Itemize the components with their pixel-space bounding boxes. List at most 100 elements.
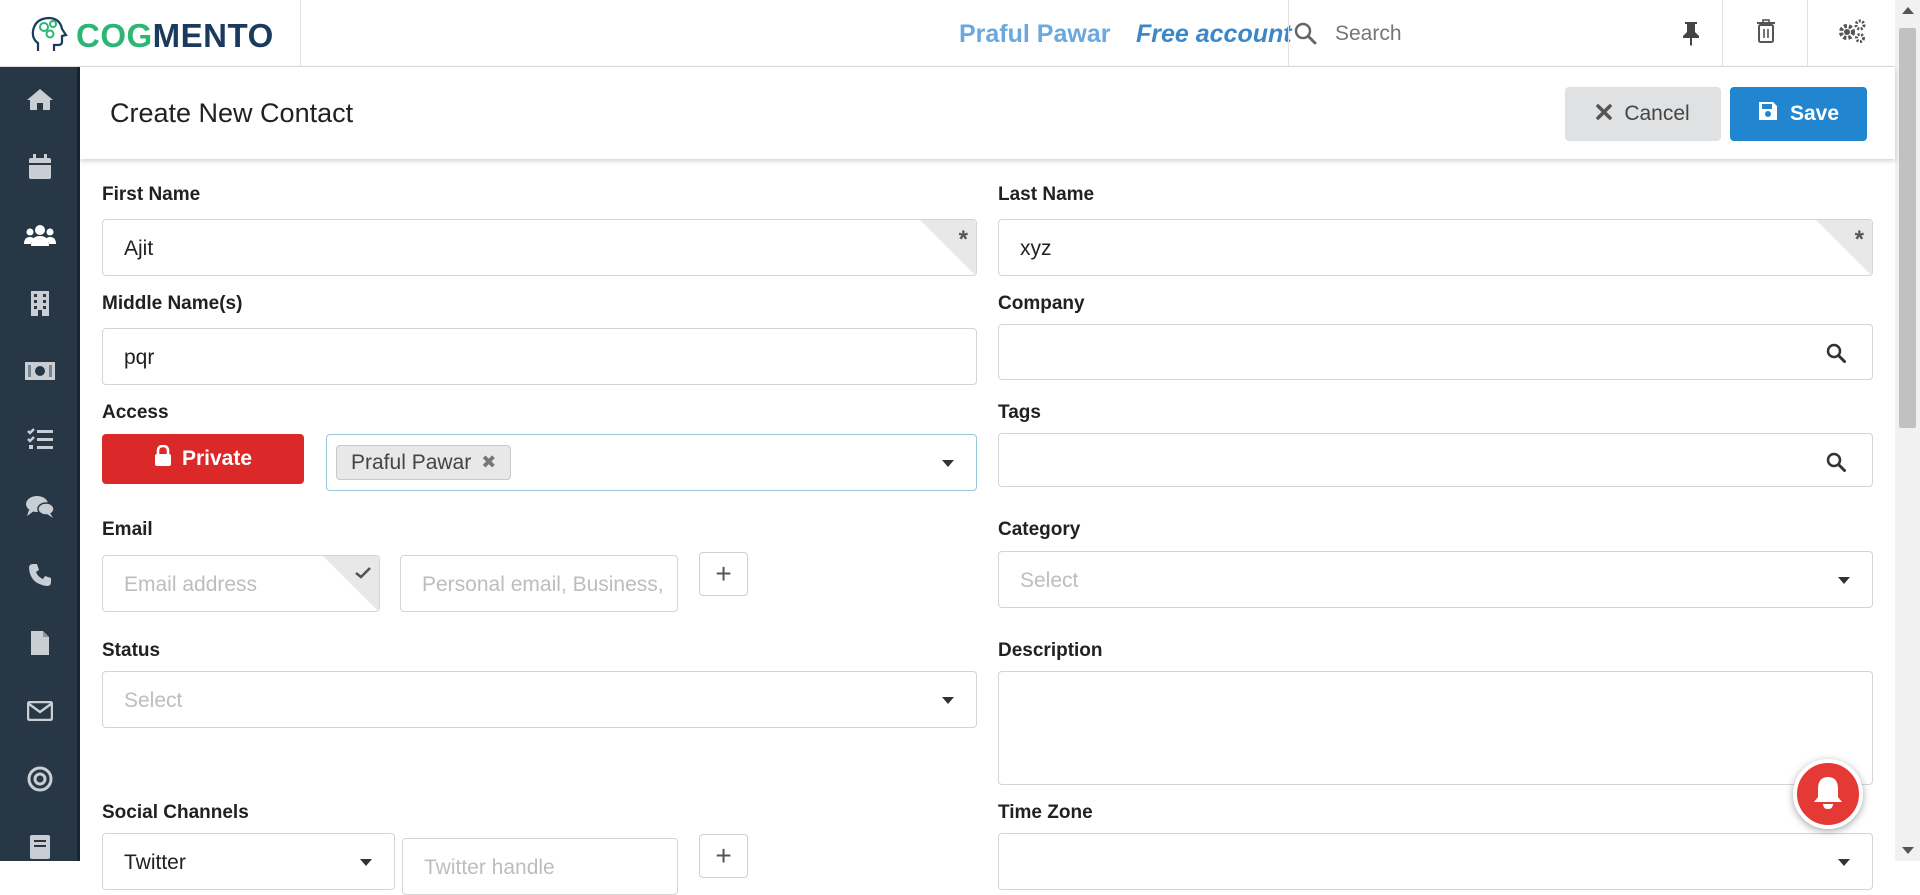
- pin-icon[interactable]: [1680, 20, 1702, 51]
- social-channel-select[interactable]: Twitter: [102, 833, 395, 890]
- email-address-field[interactable]: Email address: [102, 555, 380, 612]
- global-search: [1289, 0, 1722, 66]
- sidebar-item-campaigns[interactable]: [0, 751, 80, 811]
- sidebar-item-tasks[interactable]: [0, 411, 80, 471]
- category-placeholder: Select: [1020, 569, 1079, 592]
- floppy-disk-icon: [1758, 101, 1790, 127]
- add-email-button[interactable]: +: [699, 552, 748, 596]
- companies-icon: [30, 290, 50, 321]
- trash-button[interactable]: [1722, 0, 1808, 66]
- search-icon: [1826, 452, 1846, 477]
- cancel-button[interactable]: Cancel: [1565, 87, 1721, 141]
- chevron-down-icon[interactable]: [942, 460, 954, 467]
- lock-icon: [154, 444, 182, 473]
- status-label: Status: [102, 640, 161, 661]
- email-type-placeholder: Personal email, Business,: [422, 573, 664, 596]
- notifications-button[interactable]: [1793, 759, 1863, 829]
- remove-user-icon[interactable]: ✖: [481, 452, 496, 473]
- forms-icon: [29, 834, 51, 865]
- chevron-down-icon: [1838, 859, 1850, 866]
- scroll-up-icon[interactable]: [1902, 7, 1914, 14]
- last-name-value: xyz: [1020, 237, 1052, 260]
- user-chip-label: Praful Pawar: [351, 450, 472, 474]
- middle-name-value: pqr: [124, 346, 155, 369]
- tasks-icon: [27, 427, 53, 456]
- status-select[interactable]: Select: [102, 671, 977, 728]
- save-label: Save: [1789, 102, 1840, 125]
- first-name-field[interactable]: Ajit *: [102, 219, 977, 276]
- first-name-label: First Name: [102, 184, 201, 205]
- validation-corner: [323, 556, 379, 612]
- access-users-select[interactable]: Praful Pawar ✖: [326, 434, 977, 491]
- sidebar: [0, 67, 80, 861]
- top-bar: COGMENTO Praful Pawar Free account: [0, 0, 1895, 67]
- sidebar-item-companies[interactable]: [0, 275, 80, 335]
- email-type-field[interactable]: Personal email, Business,: [400, 555, 678, 612]
- user-name[interactable]: Praful Pawar: [959, 20, 1110, 49]
- time-zone-label: Time Zone: [998, 802, 1093, 823]
- category-select[interactable]: Select: [998, 551, 1873, 608]
- email-icon: [26, 700, 54, 726]
- email-address-placeholder: Email address: [124, 573, 258, 596]
- email-label: Email: [102, 519, 153, 540]
- page-scrollbar[interactable]: [1895, 0, 1920, 861]
- search-icon: [1826, 343, 1846, 368]
- status-placeholder: Select: [124, 689, 183, 712]
- middle-name-field[interactable]: pqr: [102, 328, 977, 385]
- account-type[interactable]: Free account: [1136, 20, 1292, 49]
- brain-logo-icon: [30, 13, 70, 58]
- private-label: Private: [181, 447, 253, 470]
- settings-button[interactable]: [1807, 0, 1896, 66]
- time-zone-select[interactable]: [998, 833, 1873, 890]
- sidebar-item-calendar[interactable]: [0, 139, 80, 199]
- logo-text-cog: COG: [76, 16, 153, 54]
- company-label: Company: [998, 293, 1085, 314]
- description-label: Description: [998, 640, 1103, 661]
- description-textarea[interactable]: [998, 671, 1873, 785]
- chevron-down-icon: [360, 859, 372, 866]
- page-title: Create New Contact: [110, 98, 354, 128]
- sidebar-item-deals[interactable]: [0, 343, 80, 403]
- chat-icon: [25, 495, 55, 524]
- logo-text-mento: MENTO: [152, 16, 274, 54]
- scroll-down-icon[interactable]: [1902, 847, 1914, 854]
- company-field[interactable]: [998, 324, 1873, 380]
- sidebar-item-forms[interactable]: [0, 819, 80, 879]
- social-handle-field[interactable]: Twitter handle: [402, 838, 678, 895]
- sidebar-item-home[interactable]: [0, 71, 80, 131]
- add-social-button[interactable]: +: [699, 834, 748, 878]
- phone-icon: [28, 563, 52, 592]
- last-name-label: Last Name: [998, 184, 1095, 205]
- gears-icon: [1837, 18, 1867, 49]
- save-button[interactable]: Save: [1730, 87, 1867, 141]
- sidebar-item-email[interactable]: [0, 683, 80, 743]
- search-icon: [1293, 21, 1317, 50]
- deals-icon: [25, 361, 55, 385]
- sidebar-item-phone[interactable]: [0, 547, 80, 607]
- logo[interactable]: COGMENTO: [30, 13, 274, 58]
- first-name-value: Ajit: [124, 237, 154, 260]
- social-channel-value: Twitter: [124, 851, 186, 874]
- divider: [300, 0, 301, 66]
- scroll-thumb[interactable]: [1899, 28, 1916, 428]
- sidebar-item-contacts[interactable]: [0, 207, 80, 267]
- page-header: Create New Contact Cancel Save: [80, 67, 1895, 159]
- tags-field[interactable]: [998, 433, 1873, 487]
- tags-label: Tags: [998, 402, 1041, 423]
- check-icon: [355, 566, 371, 584]
- search-input[interactable]: [1333, 17, 1667, 51]
- last-name-field[interactable]: xyz *: [998, 219, 1873, 276]
- cancel-label: Cancel: [1624, 102, 1690, 125]
- contacts-icon: [24, 224, 56, 251]
- chevron-down-icon: [942, 697, 954, 704]
- social-handle-placeholder: Twitter handle: [424, 856, 555, 879]
- home-icon: [26, 87, 54, 116]
- documents-icon: [30, 630, 50, 661]
- sidebar-item-chat[interactable]: [0, 479, 80, 539]
- sidebar-item-documents[interactable]: [0, 615, 80, 675]
- plus-icon: +: [715, 558, 732, 589]
- required-asterisk-icon: *: [1854, 226, 1864, 253]
- private-access-button[interactable]: Private: [102, 434, 304, 484]
- trash-icon: [1756, 18, 1776, 48]
- plus-icon: +: [715, 840, 732, 871]
